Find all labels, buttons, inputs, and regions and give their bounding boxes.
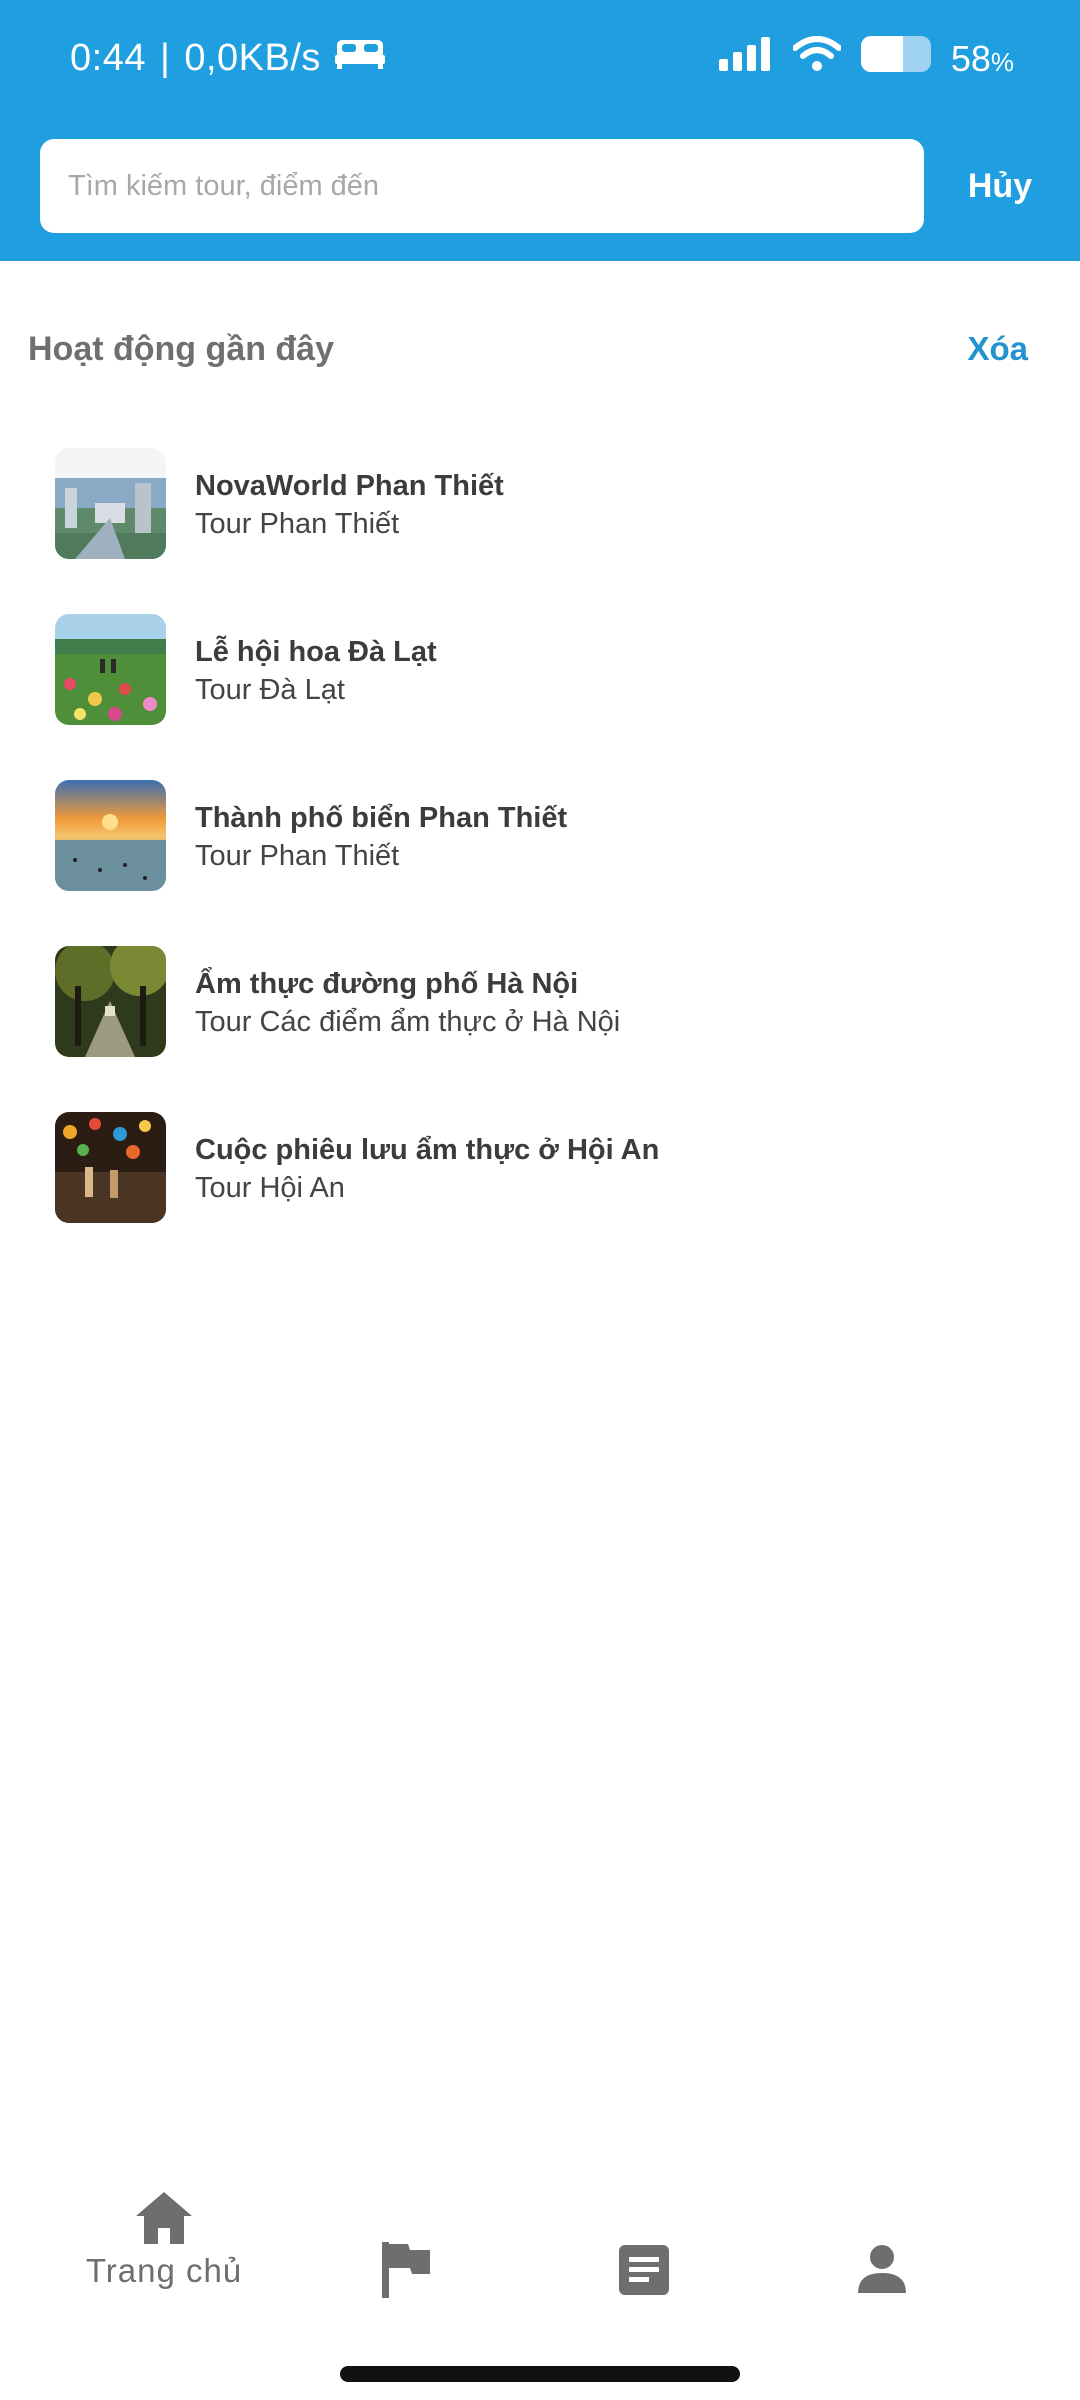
status-left: 0:44 | 0,0KB/s xyxy=(70,36,385,80)
status-net-speed: 0,0KB/s xyxy=(184,36,321,79)
header: 0:44 | 0,0KB/s 58% Tìm kiếm tour, điểm đ… xyxy=(0,0,1080,261)
tour-thumbnail xyxy=(55,780,166,891)
person-icon xyxy=(856,2243,908,2295)
bed-icon xyxy=(334,36,385,80)
nav-profile[interactable] xyxy=(802,2190,962,2340)
list-item[interactable]: Thành phố biển Phan Thiết Tour Phan Thiế… xyxy=(55,780,1055,891)
list-item-text: Thành phố biển Phan Thiết Tour Phan Thiế… xyxy=(195,800,567,876)
clear-button[interactable]: Xóa xyxy=(967,330,1028,368)
nav-home-label: Trang chủ xyxy=(85,2252,243,2289)
battery-percent-text: 58% xyxy=(951,38,1014,80)
list-item-title: Lễ hội hoa Đà Lạt xyxy=(195,636,437,668)
list-item-subtitle: Tour Các điểm ẩm thực ở Hà Nội xyxy=(195,1006,621,1038)
list-item[interactable]: Ẩm thực đường phố Hà Nội Tour Các điểm ẩ… xyxy=(55,946,1055,1057)
nav-tours[interactable] xyxy=(326,2190,486,2340)
list-item-title: Cuộc phiêu lưu ẩm thực ở Hội An xyxy=(195,1134,660,1166)
recent-activity-header: Hoạt động gần đây Xóa xyxy=(28,330,1028,380)
list-item-text: Cuộc phiêu lưu ẩm thực ở Hội An Tour Hội… xyxy=(195,1132,659,1208)
tour-thumbnail xyxy=(55,1112,166,1223)
nav-home[interactable]: Trang chủ xyxy=(84,2190,244,2340)
wifi-icon xyxy=(791,36,842,81)
status-time: 0:44 xyxy=(70,36,146,79)
list-item-text: Ẩm thực đường phố Hà Nội Tour Các điểm ẩ… xyxy=(195,966,620,1042)
document-icon xyxy=(617,2243,671,2297)
status-separator: | xyxy=(159,36,171,79)
recent-activity-list: NovaWorld Phan Thiết Tour Phan Thiết Lễ … xyxy=(55,448,1055,1278)
list-item-title: Ẩm thực đường phố Hà Nội xyxy=(195,968,579,1000)
cancel-button[interactable]: Hủy xyxy=(950,139,1050,233)
list-item-subtitle: Tour Phan Thiết xyxy=(195,840,400,872)
list-item-subtitle: Tour Hội An xyxy=(195,1172,345,1204)
battery-unit: % xyxy=(990,46,1014,77)
list-item[interactable]: Cuộc phiêu lưu ẩm thực ở Hội An Tour Hội… xyxy=(55,1112,1055,1223)
nav-bookings[interactable] xyxy=(564,2190,724,2340)
list-item-title: Thành phố biển Phan Thiết xyxy=(195,802,568,834)
tour-thumbnail xyxy=(55,946,166,1057)
battery-percent: 58 xyxy=(950,37,991,79)
list-item-text: Lễ hội hoa Đà Lạt Tour Đà Lạt xyxy=(195,634,437,710)
recent-activity-title: Hoạt động gần đây xyxy=(28,330,334,368)
tour-thumbnail xyxy=(55,448,166,559)
flag-icon xyxy=(378,2240,434,2300)
battery-icon xyxy=(860,36,931,81)
home-icon xyxy=(134,2190,194,2246)
status-right: 58% xyxy=(718,36,1014,81)
list-item-text: NovaWorld Phan Thiết Tour Phan Thiết xyxy=(195,468,504,544)
tour-thumbnail xyxy=(55,614,166,725)
home-indicator[interactable] xyxy=(340,2366,740,2382)
search-row: Hủy xyxy=(40,139,1050,233)
bottom-nav: Trang chủ xyxy=(0,2190,1080,2340)
list-item-title: NovaWorld Phan Thiết xyxy=(195,470,504,502)
signal-icon xyxy=(718,37,773,80)
list-item-subtitle: Tour Đà Lạt xyxy=(195,674,345,706)
list-item[interactable]: NovaWorld Phan Thiết Tour Phan Thiết xyxy=(55,448,1055,559)
list-item-subtitle: Tour Phan Thiết xyxy=(195,508,400,540)
search-input[interactable] xyxy=(40,139,924,233)
list-item[interactable]: Lễ hội hoa Đà Lạt Tour Đà Lạt xyxy=(55,614,1055,725)
status-bar: 0:44 | 0,0KB/s 58% xyxy=(0,0,1080,120)
